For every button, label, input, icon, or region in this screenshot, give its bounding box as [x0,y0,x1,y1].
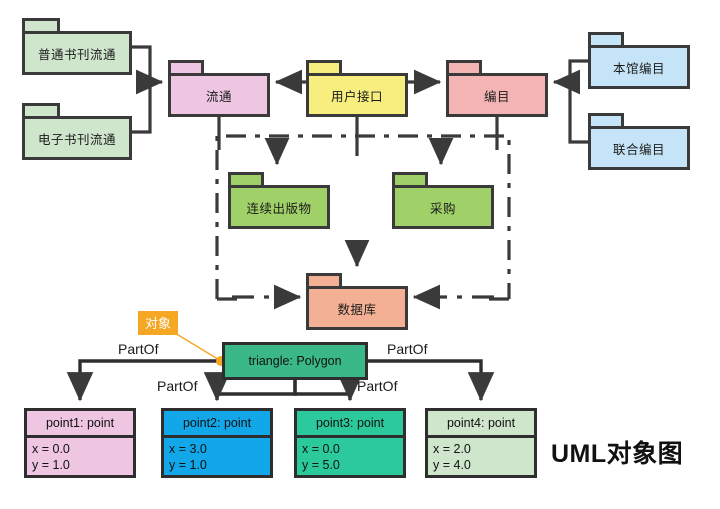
package-label: 联合编目 [612,142,665,157]
edge-triangle-to-point1 [66,359,222,402]
object-name: point4: point [428,411,534,438]
edge-electronic-to-circulation [132,82,152,134]
obj-point1[interactable]: point1: point x = 0.0 y = 1.0 [24,408,136,478]
package-label: 普通书刊流通 [37,47,116,62]
pkg-user-interface[interactable]: 用户接口 [306,60,408,117]
edge-triangle-to-point3 [293,372,364,402]
object-name: point1: point [27,411,133,438]
package-body: 数据库 [306,286,408,330]
pkg-acquisition[interactable]: 采购 [392,172,494,229]
edge-label-partof: PartOf [387,341,428,357]
package-body: 普通书刊流通 [22,31,132,75]
object-name: point2: point [164,411,270,438]
edge-label-partof: PartOf [157,378,198,394]
package-label: 数据库 [337,302,377,317]
obj-point3[interactable]: point3: point x = 0.0 y = 5.0 [294,408,406,478]
pkg-union-cataloging[interactable]: 联合编目 [588,113,690,170]
object-label: triangle: Polygon [248,354,342,368]
object-attribute: y = 4.0 [433,458,471,472]
object-attributes: x = 0.0 y = 1.0 [27,438,133,473]
object-attribute: x = 0.0 [32,442,70,456]
pkg-electronic-circulation[interactable]: 电子书刊流通 [22,103,132,160]
package-label: 流通 [205,89,232,104]
edge-label-partof: PartOf [357,378,398,394]
edge-local-to-cataloging [568,59,588,82]
object-attribute: y = 1.0 [32,458,70,472]
package-body: 用户接口 [306,73,408,117]
package-body: 联合编目 [588,126,690,170]
pkg-cataloging[interactable]: 编目 [446,60,548,117]
package-body: 连续出版物 [228,185,330,229]
diagram-title: UML对象图 [551,440,684,468]
package-body: 编目 [446,73,548,117]
obj-point2[interactable]: point2: point x = 3.0 y = 1.0 [161,408,273,478]
package-label: 本馆编目 [612,61,665,76]
pkg-ordinary-circulation[interactable]: 普通书刊流通 [22,18,132,75]
edge-label-partof: PartOf [118,341,159,357]
package-label: 用户接口 [330,89,383,104]
obj-triangle[interactable]: triangle: Polygon [222,342,368,380]
package-label: 电子书刊流通 [37,132,116,147]
object-attribute: x = 3.0 [169,442,207,456]
object-attribute: y = 5.0 [302,458,340,472]
object-attribute: x = 0.0 [302,442,340,456]
pkg-local-cataloging[interactable]: 本馆编目 [588,32,690,89]
pkg-database[interactable]: 数据库 [306,273,408,330]
obj-point4[interactable]: point4: point x = 2.0 y = 4.0 [425,408,537,478]
package-label: 连续出版物 [246,201,312,216]
object-attributes: x = 2.0 y = 4.0 [428,438,534,473]
package-body: 电子书刊流通 [22,116,132,160]
pkg-circulation[interactable]: 流通 [168,60,270,117]
object-attribute: x = 2.0 [433,442,471,456]
object-attributes: x = 3.0 y = 1.0 [164,438,270,473]
object-name: point3: point [297,411,403,438]
package-body: 流通 [168,73,270,117]
object-attributes: x = 0.0 y = 5.0 [297,438,403,473]
object-attribute: y = 1.0 [169,458,207,472]
edge-ordinary-to-circulation [132,45,152,82]
package-label: 采购 [429,201,456,216]
package-body: 采购 [392,185,494,229]
edge-triangle-to-point2 [203,372,297,402]
package-body: 本馆编目 [588,45,690,89]
callout-badge: 对象 [138,311,179,335]
pkg-serials[interactable]: 连续出版物 [228,172,330,229]
edge-union-to-cataloging [568,82,588,144]
package-label: 编目 [483,89,510,104]
